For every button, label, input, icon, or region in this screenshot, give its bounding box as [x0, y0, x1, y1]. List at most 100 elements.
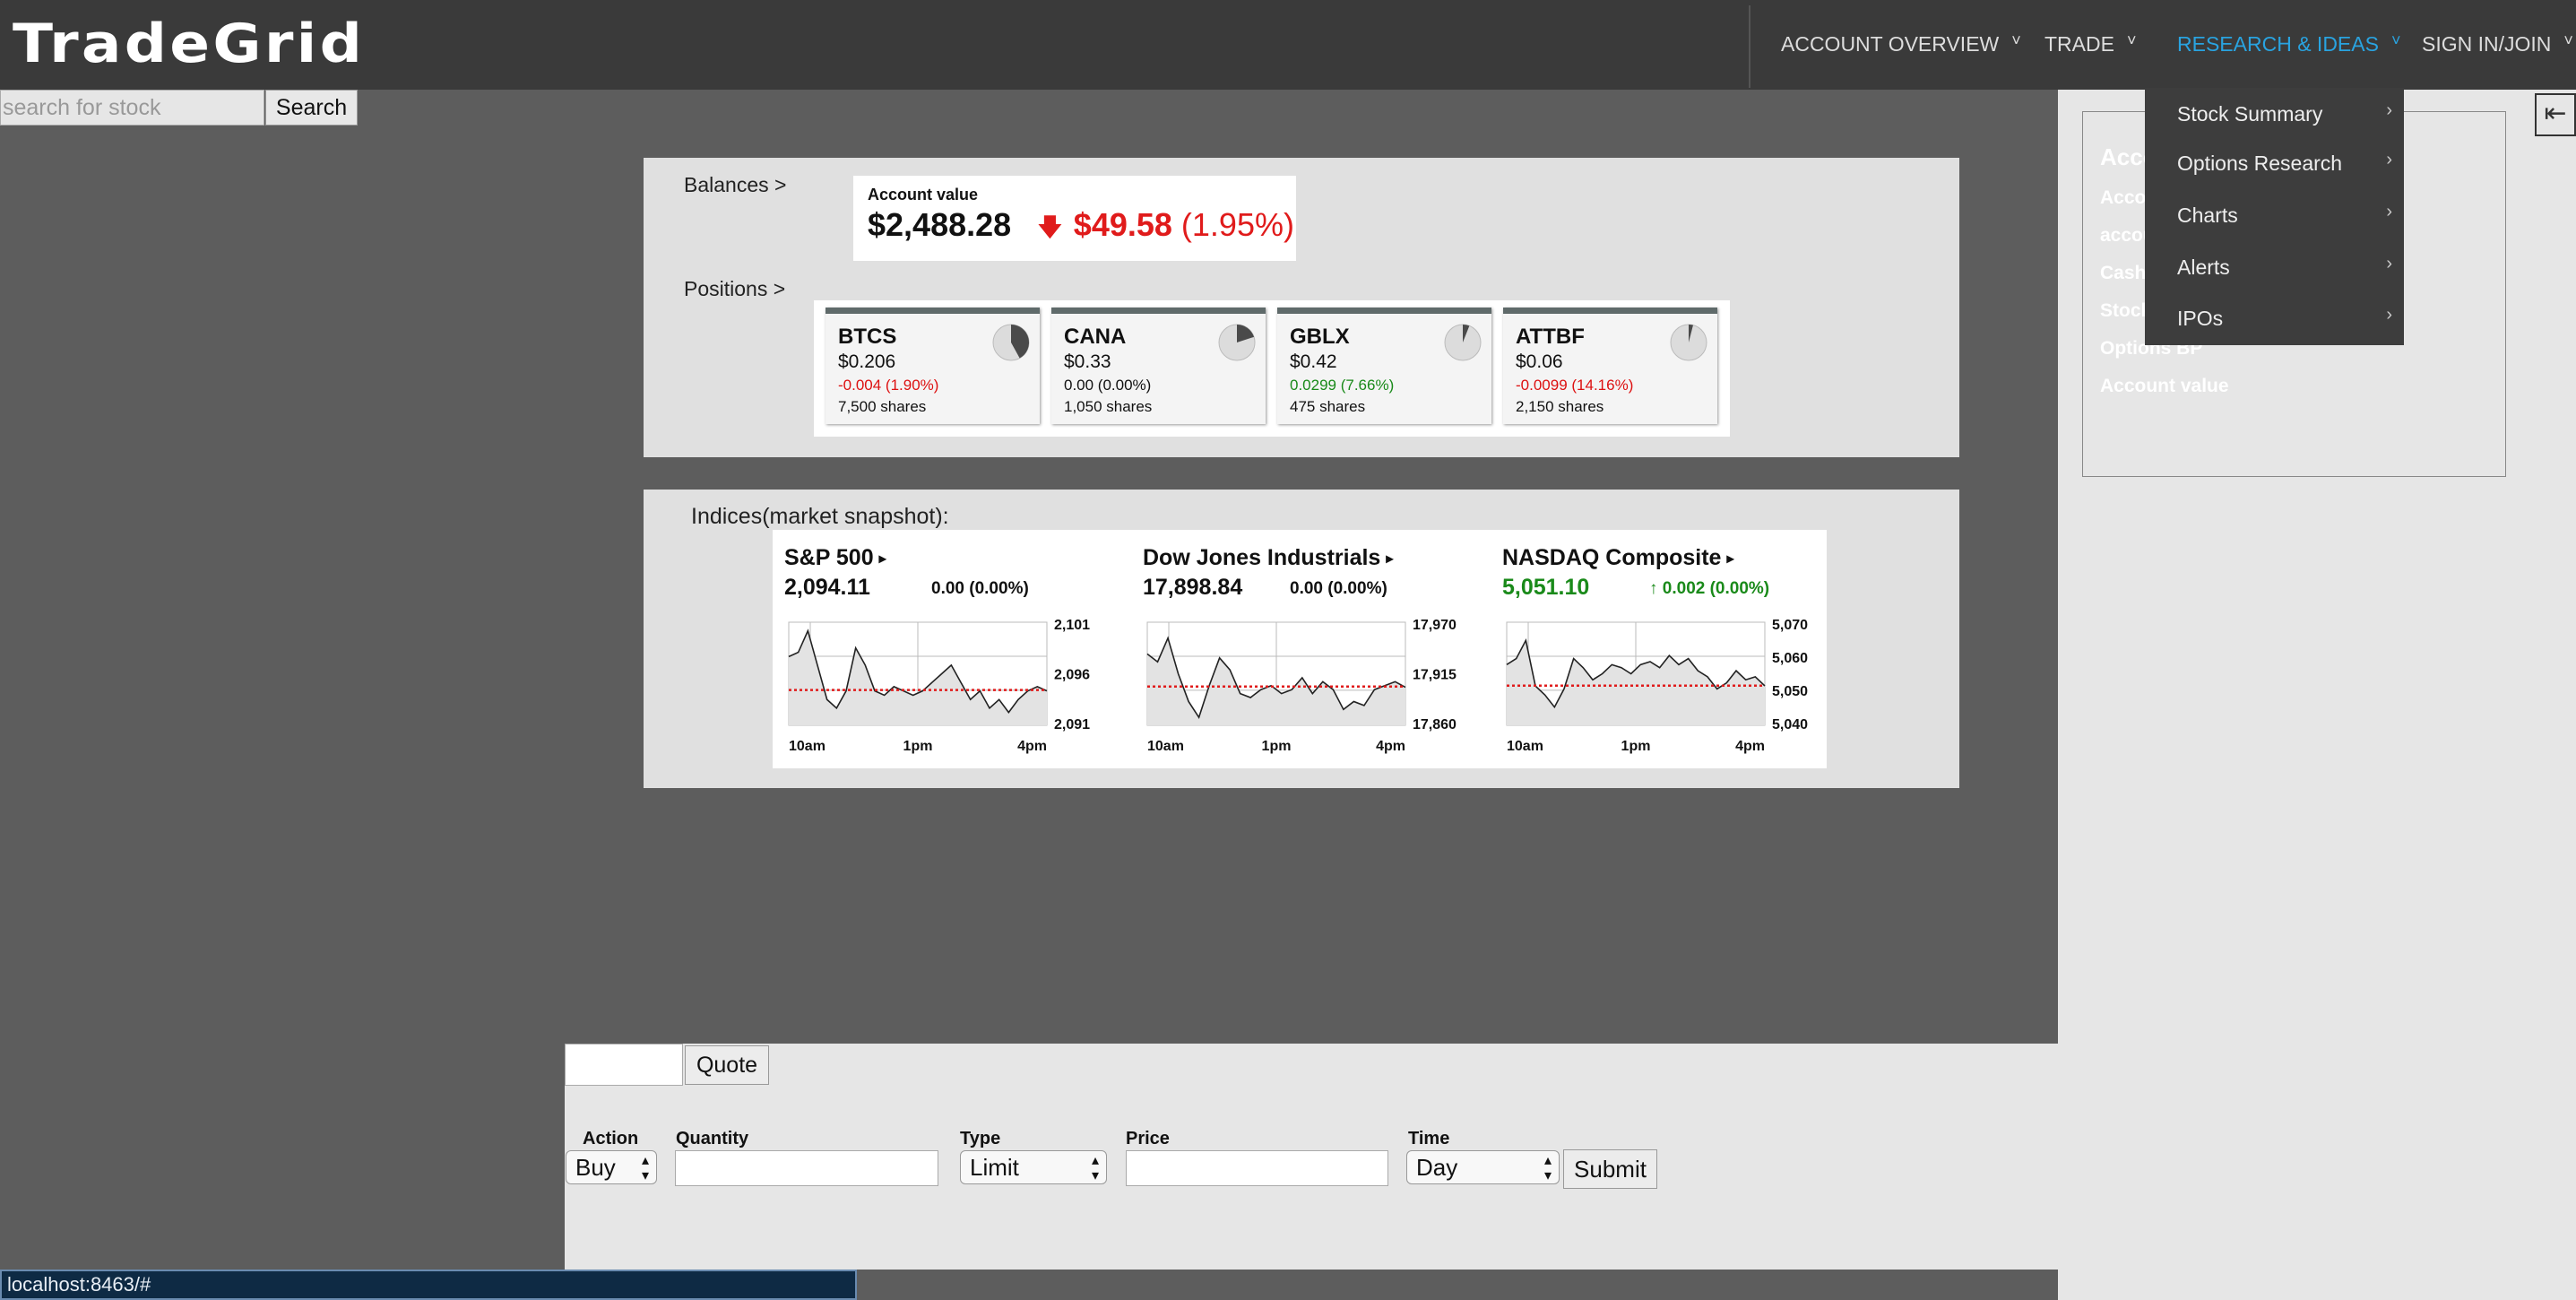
position-card[interactable]: CANA $0.33 0.00 (0.00%) 1,050 shares — [1051, 308, 1266, 424]
position-change: 0.00 (0.00%) — [1064, 377, 1152, 394]
position-symbol: ATTBF — [1516, 325, 1585, 349]
position-shares: 7,500 shares — [838, 398, 927, 415]
action-select[interactable]: Buy ▴ ▾ — [566, 1150, 657, 1184]
x-tick-label: 10am — [789, 739, 826, 754]
y-tick-label: 17,970 — [1413, 618, 1457, 633]
change-amount: $49.58 — [1073, 206, 1172, 243]
index-name[interactable]: S&P 500 ▸ — [784, 545, 886, 571]
y-tick-label: 5,060 — [1772, 651, 1808, 666]
index-intraday-chart: 5,070 5,060 5,050 5,040 10am 1pm 4pm — [1506, 618, 1808, 754]
action-label: Action — [583, 1129, 639, 1148]
chevron-right-icon: › — [2386, 305, 2392, 325]
chevron-right-icon: › — [2386, 254, 2392, 273]
position-card[interactable]: GBLX $0.42 0.0299 (7.66%) 475 shares — [1277, 308, 1491, 424]
collapse-sidebar-icon[interactable]: ⇤ — [2535, 93, 2576, 136]
indices-snapshot: S&P 500 ▸ 2,094.11 0.00 (0.00%) 2,101 2,09… — [773, 530, 1827, 768]
search-input[interactable] — [0, 90, 264, 126]
chevron-down-icon: ˅ — [2126, 31, 2137, 49]
nav-trade[interactable]: TRADE ˅ — [2044, 31, 2137, 56]
index-change: ↑ 0.002 (0.00%) — [1649, 579, 1770, 598]
updown-arrows-icon: ▴ ▾ — [1091, 1153, 1099, 1183]
tradegrid-logo[interactable]: TradeGrid — [13, 13, 365, 75]
order-type-select[interactable]: Limit ▴ ▾ — [960, 1150, 1107, 1184]
index-intraday-chart: 17,970 17,915 17,860 10am 1pm 4pm — [1146, 618, 1457, 754]
position-price: $0.33 — [1064, 351, 1111, 372]
y-tick-label: 5,070 — [1772, 618, 1808, 633]
dropdown-item-alerts[interactable]: Alerts › — [2177, 254, 2392, 280]
time-in-force-select[interactable]: Day ▴ ▾ — [1406, 1150, 1560, 1184]
x-tick-label: 1pm — [903, 739, 933, 754]
account-value-label: Account value — [868, 186, 979, 204]
allocation-pie-icon — [992, 324, 1030, 361]
chevron-right-icon: › — [2386, 150, 2392, 169]
price-label: Price — [1126, 1129, 1170, 1148]
account-value: $2,488.28 — [868, 206, 1012, 243]
search-button[interactable]: Search — [265, 90, 358, 126]
position-symbol: GBLX — [1290, 325, 1350, 349]
index-value: 2,094.11 — [784, 575, 870, 600]
allocation-pie-icon — [1218, 324, 1256, 361]
dropdown-item-options-research[interactable]: Options Research › — [2177, 150, 2392, 176]
account-value-card: Account value $2,488.28 🡇 $49.58 (1.95%) — [853, 176, 1296, 261]
position-shares: 2,150 shares — [1516, 398, 1604, 415]
position-change: 0.0299 (7.66%) — [1290, 377, 1395, 394]
top-nav-bar: TradeGrid ACCOUNT OVERVIEW ˅ TRADE ˅ RESEA… — [0, 0, 2576, 90]
x-tick-label: 1pm — [1621, 739, 1651, 754]
y-tick-label: 2,091 — [1054, 717, 1090, 732]
account-sidebar-line: Stock — [2100, 300, 2152, 321]
allocation-pie-icon — [1444, 324, 1482, 361]
quote-symbol-input[interactable] — [565, 1044, 683, 1086]
dropdown-item-charts[interactable]: Charts › — [2177, 202, 2392, 228]
y-tick-label: 17,915 — [1413, 668, 1457, 683]
change-percent: (1.95%) — [1180, 206, 1294, 243]
account-sidebar-line: Cash — [2100, 263, 2147, 283]
x-tick-label: 10am — [1507, 739, 1543, 754]
index-intraday-chart: 2,101 2,096 2,091 10am 1pm 4pm — [788, 618, 1090, 754]
allocation-pie-icon — [1670, 324, 1707, 361]
index-change: 0.00 (0.00%) — [931, 579, 1029, 598]
research-ideas-dropdown: Stock Summary › Options Research › Charts ›… — [2145, 88, 2404, 345]
submit-order-button[interactable]: Submit — [1563, 1149, 1657, 1189]
positions-link[interactable]: Positions > — [684, 277, 785, 301]
chevron-down-icon: ˅ — [2563, 31, 2573, 49]
triangle-right-icon: ▸ — [1386, 551, 1394, 567]
x-tick-label: 10am — [1147, 739, 1184, 754]
position-price: $0.06 — [1516, 351, 1563, 372]
y-tick-label: 2,101 — [1054, 618, 1090, 633]
quote-button[interactable]: Quote — [685, 1045, 769, 1085]
nav-sign-in-join[interactable]: SIGN IN/JOIN ˅ — [2422, 31, 2573, 56]
triangle-right-icon: ▸ — [878, 551, 886, 567]
chevron-right-icon: › — [2386, 100, 2392, 120]
nav-account-overview[interactable]: ACCOUNT OVERVIEW ˅ — [1781, 31, 2021, 56]
position-card[interactable]: ATTBF $0.06 -0.0099 (14.16%) 2,150 share… — [1503, 308, 1717, 424]
account-sidebar-line: Acco — [2100, 187, 2147, 208]
account-value-change: 🡇 $49.58 (1.95%) — [1037, 206, 1294, 252]
balances-link[interactable]: Balances > — [684, 173, 786, 197]
x-tick-label: 4pm — [1376, 739, 1405, 754]
x-tick-label: 1pm — [1262, 739, 1292, 754]
position-change: -0.004 (1.90%) — [838, 377, 939, 394]
dropdown-item-stock-summary[interactable]: Stock Summary › — [2177, 100, 2392, 126]
index-change: 0.00 (0.00%) — [1290, 579, 1387, 598]
chevron-right-icon: › — [2386, 202, 2392, 221]
y-tick-label: 5,050 — [1772, 684, 1808, 699]
index-card-dow-jones[interactable]: Dow Jones Industrials ▸ 17,898.84 0.00 (0… — [1131, 530, 1490, 768]
position-price: $0.42 — [1290, 351, 1337, 372]
index-card-nasdaq[interactable]: NASDAQ Composite ▸ 5,051.10 ↑ 0.002 (0.00… — [1491, 530, 1849, 768]
position-shares: 475 shares — [1290, 398, 1366, 415]
dropdown-item-ipos[interactable]: IPOs › — [2177, 305, 2392, 331]
chevron-down-icon: ˅ — [2390, 31, 2401, 49]
index-name[interactable]: NASDAQ Composite ▸ — [1502, 545, 1734, 571]
x-tick-label: 4pm — [1017, 739, 1047, 754]
index-name[interactable]: Dow Jones Industrials ▸ — [1143, 545, 1393, 571]
y-tick-label: 5,040 — [1772, 717, 1808, 732]
index-card-sp500[interactable]: S&P 500 ▸ 2,094.11 0.00 (0.00%) 2,101 2,09… — [773, 530, 1131, 768]
position-card[interactable]: BTCS $0.206 -0.004 (1.90%) 7,500 shares — [826, 308, 1040, 424]
updown-arrows-icon: ▴ ▾ — [641, 1153, 649, 1183]
position-price: $0.206 — [838, 351, 896, 372]
quantity-input[interactable] — [675, 1150, 938, 1186]
nav-research-ideas[interactable]: RESEARCH & IDEAS ˅ — [2177, 31, 2401, 56]
chevron-down-icon: ˅ — [2011, 31, 2021, 49]
price-input[interactable] — [1126, 1150, 1388, 1186]
quantity-label: Quantity — [676, 1129, 749, 1148]
